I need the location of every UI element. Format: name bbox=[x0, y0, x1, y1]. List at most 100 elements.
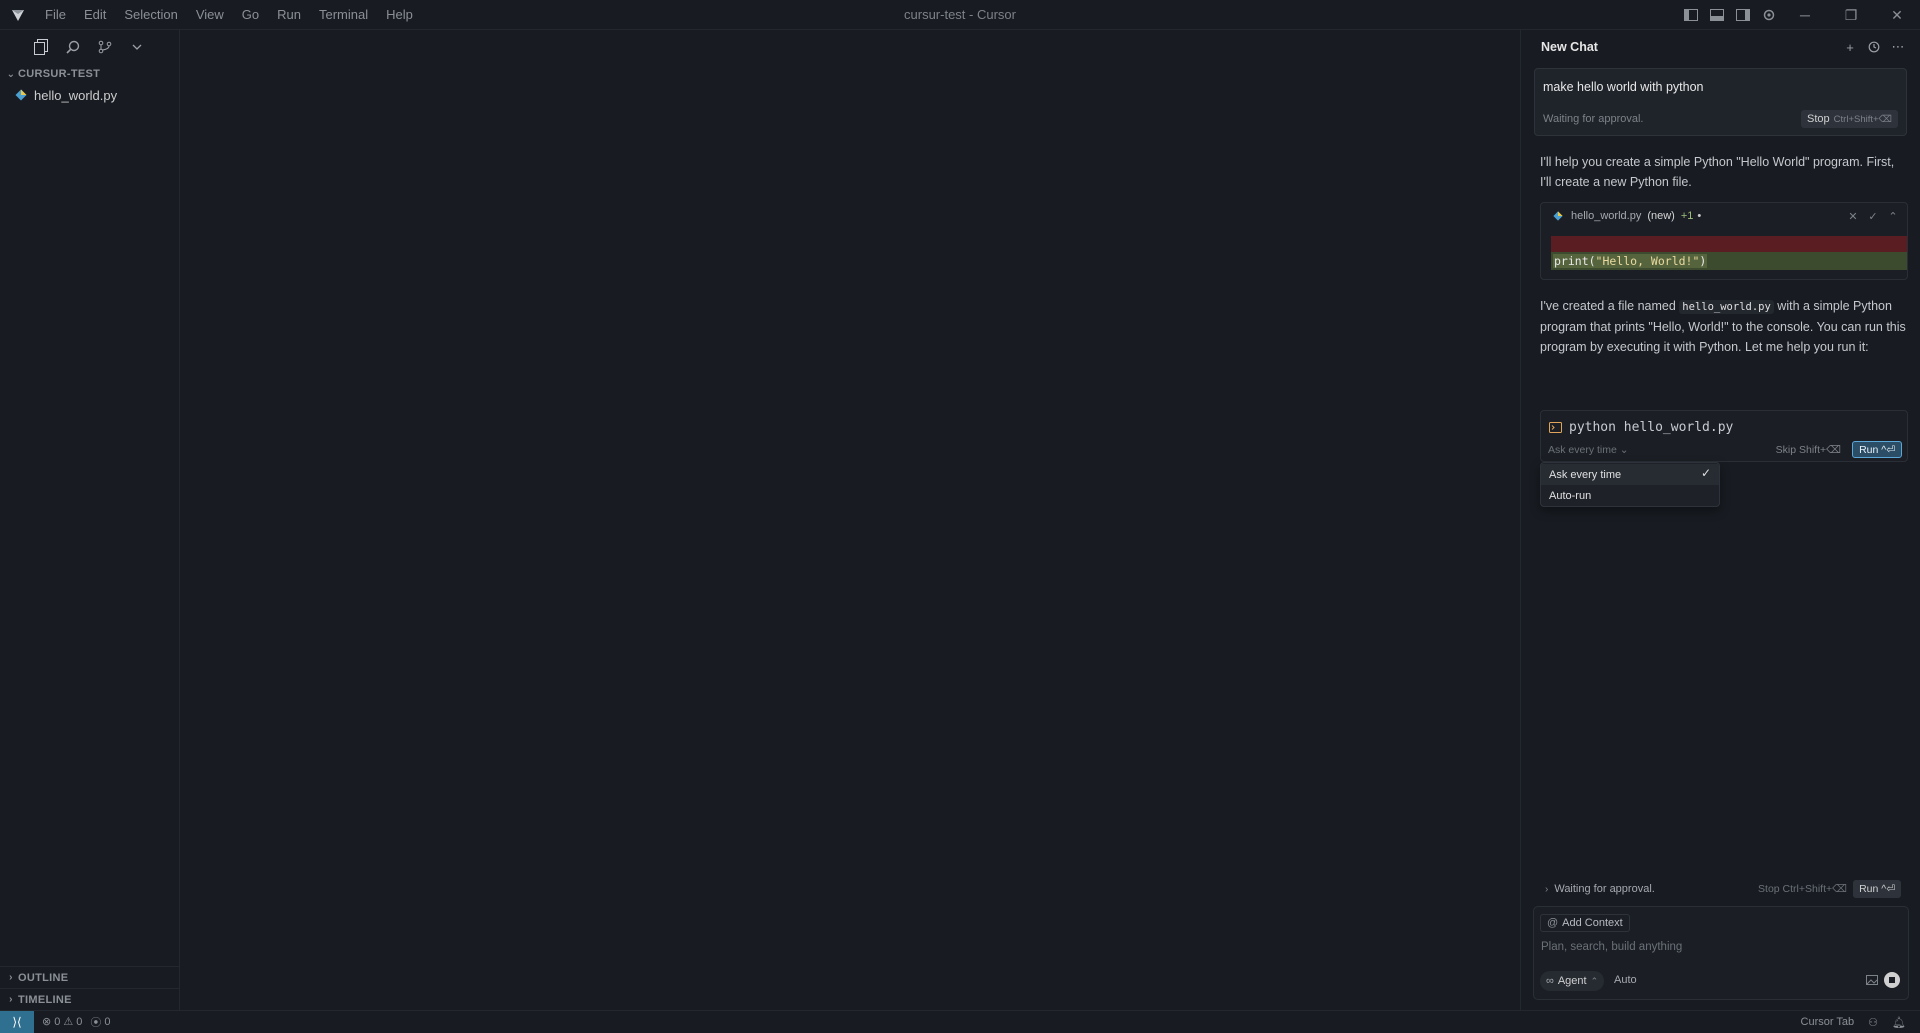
chat-title: New Chat bbox=[1541, 40, 1598, 54]
search-icon[interactable] bbox=[60, 34, 86, 60]
timeline-section[interactable]: › TIMELINE bbox=[0, 988, 179, 1010]
run-mode-dropdown: Ask every time ✓ Auto-run bbox=[1540, 462, 1720, 507]
file-item[interactable]: hello_world.py bbox=[0, 84, 179, 106]
folder-name: CURSUR-TEST bbox=[18, 68, 101, 80]
error-count: 0 bbox=[54, 1015, 61, 1028]
menu-selection[interactable]: Selection bbox=[115, 0, 186, 30]
timeline-label: TIMELINE bbox=[18, 993, 72, 1006]
explorer-files-icon[interactable] bbox=[28, 34, 54, 60]
accounts-icon[interactable]: ⚇ bbox=[1868, 1016, 1878, 1029]
bottom-stop-button[interactable]: Stop Ctrl+Shift+⌫ bbox=[1758, 883, 1847, 895]
chevron-right-icon: › bbox=[1545, 883, 1549, 895]
message2-before: I've created a file named bbox=[1540, 299, 1676, 313]
inline-filename: hello_world.py bbox=[1679, 300, 1774, 314]
composer-input[interactable]: Plan, search, build anything bbox=[1541, 941, 1682, 953]
agent-mode-button[interactable]: ∞ Agent ⌃ bbox=[1540, 971, 1605, 991]
chevron-down-icon: ⌄ bbox=[6, 68, 16, 80]
command-text: python hello_world.py bbox=[1569, 420, 1734, 435]
python-file-icon bbox=[14, 88, 28, 102]
accept-check-icon[interactable]: ✓ bbox=[1865, 207, 1881, 225]
more-options-icon[interactable]: ⋯ bbox=[1886, 35, 1910, 59]
menu-go[interactable]: Go bbox=[233, 0, 268, 30]
menu-bar: File Edit Selection View Go Run Terminal… bbox=[36, 0, 422, 30]
dropdown-option-ask-every-time[interactable]: Ask every time ✓ bbox=[1541, 464, 1719, 485]
stop-generation-button[interactable] bbox=[1884, 972, 1900, 988]
close-button[interactable]: ✕ bbox=[1874, 0, 1920, 30]
assistant-message-2: I've created a file named hello_world.py… bbox=[1540, 296, 1908, 357]
run-mode-label: Ask every time bbox=[1548, 444, 1617, 456]
agent-label: Agent bbox=[1557, 975, 1587, 987]
stop-shortcut: Ctrl+Shift+⌫ bbox=[1833, 113, 1892, 125]
folder-header[interactable]: ⌄ CURSUR-TEST bbox=[0, 64, 179, 84]
outline-section[interactable]: › OUTLINE bbox=[0, 966, 179, 988]
chevron-down-icon[interactable] bbox=[124, 34, 150, 60]
menu-edit[interactable]: Edit bbox=[75, 0, 115, 30]
skip-button[interactable]: Skip Shift+⌫ bbox=[1776, 444, 1841, 456]
minimize-button[interactable]: ─ bbox=[1782, 0, 1828, 30]
cursor-logo-icon bbox=[0, 0, 36, 30]
chevron-right-icon: › bbox=[9, 972, 13, 983]
ports-count: 0 bbox=[104, 1015, 111, 1028]
approval-status-bar[interactable]: › Waiting for approval. Stop Ctrl+Shift+… bbox=[1537, 878, 1907, 900]
remote-icon[interactable]: ⟩⟨ bbox=[0, 1010, 34, 1033]
code-prefix: print( bbox=[1554, 254, 1596, 268]
editor-area[interactable] bbox=[180, 30, 1520, 1010]
run-button[interactable]: Run ^⏎ bbox=[1852, 441, 1902, 458]
explorer-sidebar: ⌄ CURSUR-TEST hello_world.py › OUTLINE ›… bbox=[0, 30, 180, 1010]
problems-indicator[interactable]: ⊗ 0 ⚠ 0 bbox=[42, 1015, 82, 1029]
toggle-secondary-sidebar-icon[interactable] bbox=[1730, 0, 1756, 30]
cursor-tab-item[interactable]: Cursor Tab bbox=[1801, 1016, 1855, 1028]
restore-button[interactable]: ❐ bbox=[1828, 0, 1874, 30]
add-context-button[interactable]: @ Add Context bbox=[1540, 914, 1630, 932]
add-context-label: Add Context bbox=[1562, 917, 1623, 929]
user-query-box[interactable]: make hello world with python Waiting for… bbox=[1534, 68, 1907, 136]
chevron-down-icon: ⌄ bbox=[1619, 444, 1629, 456]
ports-icon: ⦿ bbox=[90, 1016, 102, 1029]
reject-x-icon[interactable]: ✕ bbox=[1845, 207, 1861, 225]
dropdown-option-auto-run[interactable]: Auto-run bbox=[1541, 485, 1719, 506]
source-control-icon[interactable] bbox=[92, 34, 118, 60]
expand-icon[interactable]: ⌃ bbox=[1885, 207, 1901, 225]
option-label: Auto-run bbox=[1549, 489, 1592, 502]
approval-status-text: Waiting for approval. bbox=[1554, 883, 1655, 895]
assistant-message-1: I'll help you create a simple Python "He… bbox=[1540, 155, 1895, 189]
bottom-run-button[interactable]: Run ^⏎ bbox=[1853, 880, 1901, 898]
file-name: hello_world.py bbox=[34, 87, 118, 103]
chevron-up-icon: ⌃ bbox=[1590, 975, 1599, 986]
new-chat-plus-icon[interactable]: + bbox=[1838, 35, 1862, 59]
stop-button[interactable]: Stop Ctrl+Shift+⌫ bbox=[1801, 110, 1898, 128]
user-query: make hello world with python bbox=[1543, 80, 1704, 94]
run-mode-select[interactable]: Ask every time ⌄ bbox=[1548, 444, 1629, 456]
menu-terminal[interactable]: Terminal bbox=[310, 0, 377, 30]
notifications-bell-icon[interactable]: 🔔︎ bbox=[1892, 1016, 1906, 1029]
at-sign-icon: @ bbox=[1547, 917, 1559, 929]
chevron-right-icon: › bbox=[9, 994, 13, 1005]
status-bar: ⟩⟨ ⊗ 0 ⚠ 0 ⦿ 0 Cursor Tab ⚇ 🔔︎ bbox=[0, 1010, 1920, 1033]
error-icon: ⊗ bbox=[42, 1016, 52, 1028]
chat-composer[interactable]: @ Add Context Plan, search, build anythi… bbox=[1533, 906, 1909, 1000]
sidebar-toolbar bbox=[0, 30, 179, 64]
menu-run[interactable]: Run bbox=[268, 0, 310, 30]
toggle-panel-icon[interactable] bbox=[1704, 0, 1730, 30]
file-edit-card: hello_world.py (new) +1 • ✕ ✓ ⌃ print("H… bbox=[1540, 202, 1908, 280]
unsaved-dot: • bbox=[1697, 210, 1702, 222]
edit-filename: hello_world.py bbox=[1571, 210, 1642, 222]
menu-help[interactable]: Help bbox=[377, 0, 422, 30]
settings-gear-icon[interactable] bbox=[1756, 0, 1782, 30]
toggle-sidebar-icon[interactable] bbox=[1678, 0, 1704, 30]
terminal-command: python hello_world.py bbox=[1549, 420, 1733, 435]
diff-added-line: print("Hello, World!") bbox=[1551, 252, 1907, 270]
diff-removed-line bbox=[1551, 236, 1907, 252]
changes-count: +1 bbox=[1680, 210, 1694, 222]
warning-icon: ⚠ bbox=[63, 1016, 74, 1028]
ports-indicator[interactable]: ⦿ 0 bbox=[90, 1014, 110, 1030]
menu-view[interactable]: View bbox=[187, 0, 233, 30]
model-select[interactable]: Auto bbox=[1614, 974, 1637, 986]
menu-file[interactable]: File bbox=[36, 0, 75, 30]
outline-label: OUTLINE bbox=[18, 971, 69, 984]
image-icon[interactable] bbox=[1866, 973, 1878, 988]
new-tag: (new) bbox=[1647, 210, 1675, 222]
code-string: "Hello, World!" bbox=[1595, 254, 1700, 268]
history-icon[interactable] bbox=[1862, 35, 1886, 59]
terminal-icon bbox=[1549, 422, 1562, 433]
